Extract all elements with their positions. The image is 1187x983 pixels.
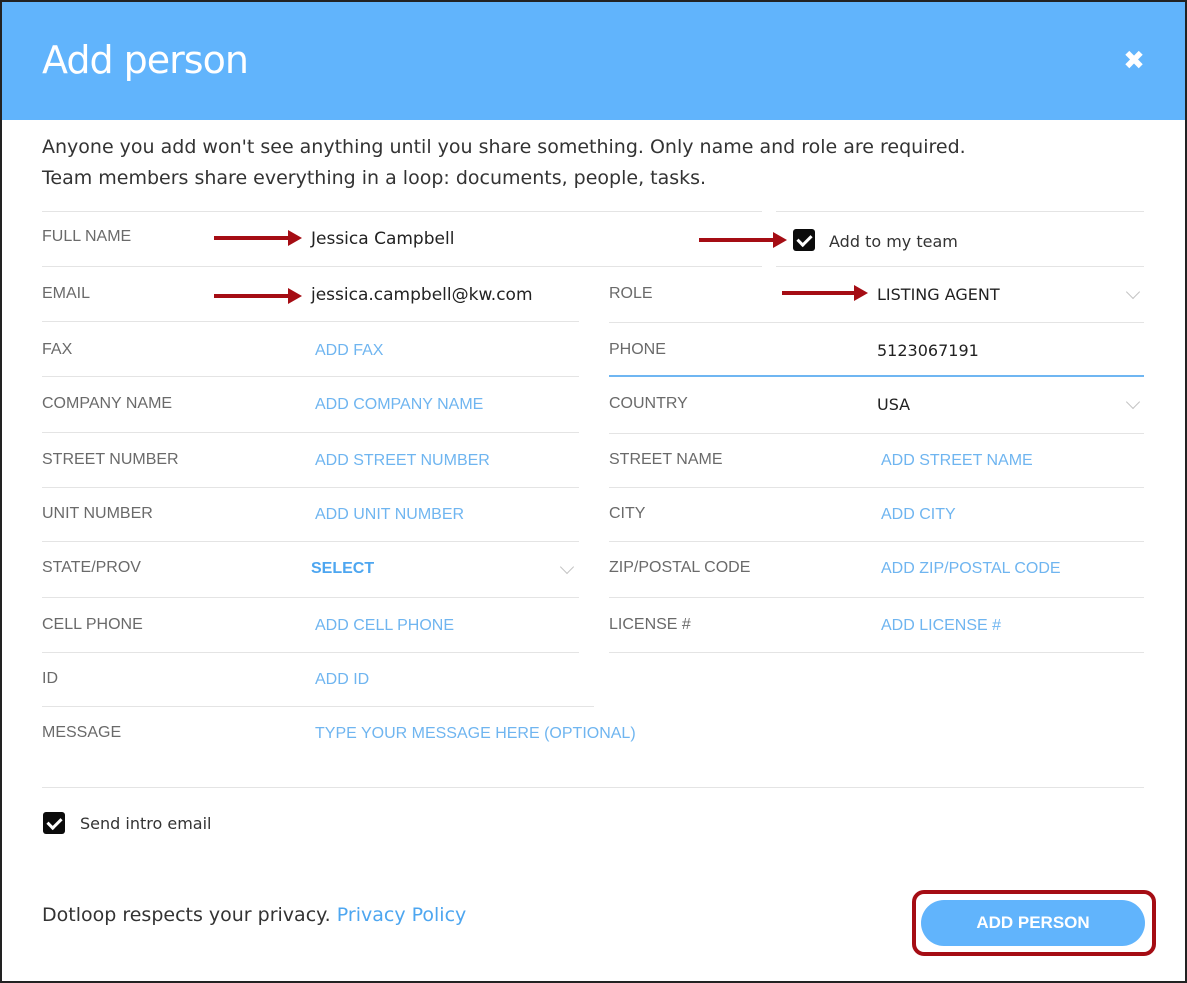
divider bbox=[42, 321, 579, 322]
country-select[interactable]: USA bbox=[877, 395, 910, 414]
divider bbox=[42, 487, 579, 488]
chevron-down-icon[interactable] bbox=[559, 559, 575, 575]
message-field[interactable]: TYPE YOUR MESSAGE HERE (OPTIONAL) bbox=[315, 725, 636, 743]
id-field[interactable]: ADD ID bbox=[315, 671, 369, 689]
dialog-header: Add person ✖ bbox=[2, 2, 1185, 120]
street-name-label: STREET NAME bbox=[609, 451, 723, 468]
divider bbox=[42, 652, 579, 653]
add-to-team-checkbox[interactable] bbox=[793, 229, 815, 251]
zip-label: ZIP/POSTAL CODE bbox=[609, 559, 751, 576]
divider bbox=[609, 433, 1144, 434]
country-label: COUNTRY bbox=[609, 395, 688, 412]
divider bbox=[42, 787, 1144, 788]
divider bbox=[776, 266, 1144, 267]
annotation-arrow bbox=[699, 232, 787, 248]
dialog-title: Add person bbox=[42, 38, 249, 82]
full-name-label: FULL NAME bbox=[42, 228, 132, 245]
divider bbox=[609, 322, 1144, 323]
add-person-button[interactable]: ADD PERSON bbox=[921, 900, 1145, 946]
phone-label: PHONE bbox=[609, 341, 666, 358]
divider bbox=[42, 541, 579, 542]
message-label: MESSAGE bbox=[42, 724, 122, 741]
chevron-down-icon[interactable] bbox=[1125, 394, 1141, 410]
divider bbox=[42, 376, 579, 377]
send-intro-email-label: Send intro email bbox=[80, 814, 212, 833]
id-label: ID bbox=[42, 670, 58, 687]
city-label: CITY bbox=[609, 505, 646, 522]
phone-field[interactable]: 5123067191 bbox=[877, 341, 979, 360]
unit-number-label: UNIT NUMBER bbox=[42, 505, 153, 522]
annotation-arrow bbox=[214, 288, 302, 304]
privacy-policy-link[interactable]: Privacy Policy bbox=[337, 904, 466, 926]
license-label: LICENSE # bbox=[609, 616, 691, 633]
annotation-arrow bbox=[782, 285, 868, 301]
street-name-field[interactable]: ADD STREET NAME bbox=[881, 452, 1033, 470]
state-prov-label: STATE/PROV bbox=[42, 559, 141, 576]
divider bbox=[609, 652, 1144, 653]
zip-field[interactable]: ADD ZIP/POSTAL CODE bbox=[881, 560, 1061, 578]
send-intro-email-checkbox[interactable] bbox=[43, 812, 65, 834]
divider bbox=[42, 597, 579, 598]
role-label: ROLE bbox=[609, 285, 653, 302]
intro-text-line-2: Team members share everything in a loop:… bbox=[42, 167, 707, 189]
full-name-field[interactable]: Jessica Campbell bbox=[311, 229, 454, 249]
role-select[interactable]: LISTING AGENT bbox=[877, 285, 1000, 304]
annotation-arrow bbox=[214, 230, 302, 246]
divider bbox=[42, 211, 762, 212]
divider bbox=[609, 541, 1144, 542]
divider bbox=[42, 432, 579, 433]
privacy-note: Dotloop respects your privacy. Privacy P… bbox=[42, 904, 466, 926]
city-field[interactable]: ADD CITY bbox=[881, 506, 956, 524]
street-number-field[interactable]: ADD STREET NUMBER bbox=[315, 452, 490, 470]
company-name-field[interactable]: ADD COMPANY NAME bbox=[315, 396, 483, 414]
email-field[interactable]: jessica.campbell@kw.com bbox=[311, 285, 533, 305]
privacy-text: Dotloop respects your privacy. bbox=[42, 904, 331, 926]
divider bbox=[42, 266, 762, 267]
intro-text-line-1: Anyone you add won't see anything until … bbox=[42, 136, 966, 158]
street-number-label: STREET NUMBER bbox=[42, 451, 179, 468]
divider bbox=[776, 211, 1144, 212]
state-prov-select[interactable]: SELECT bbox=[311, 560, 374, 578]
cell-phone-field[interactable]: ADD CELL PHONE bbox=[315, 617, 454, 635]
email-label: EMAIL bbox=[42, 285, 91, 302]
phone-focus-underline bbox=[609, 375, 1144, 377]
add-person-dialog: Add person ✖ Anyone you add won't see an… bbox=[0, 0, 1187, 983]
add-to-team-label: Add to my team bbox=[829, 232, 958, 251]
close-icon[interactable]: ✖ bbox=[1120, 46, 1148, 74]
license-field[interactable]: ADD LICENSE # bbox=[881, 617, 1001, 635]
fax-label: FAX bbox=[42, 341, 73, 358]
cell-phone-label: CELL PHONE bbox=[42, 616, 143, 633]
divider bbox=[42, 706, 594, 707]
unit-number-field[interactable]: ADD UNIT NUMBER bbox=[315, 506, 464, 524]
company-name-label: COMPANY NAME bbox=[42, 395, 173, 412]
divider bbox=[609, 597, 1144, 598]
fax-field[interactable]: ADD FAX bbox=[315, 342, 383, 360]
chevron-down-icon[interactable] bbox=[1125, 284, 1141, 300]
divider bbox=[609, 487, 1144, 488]
